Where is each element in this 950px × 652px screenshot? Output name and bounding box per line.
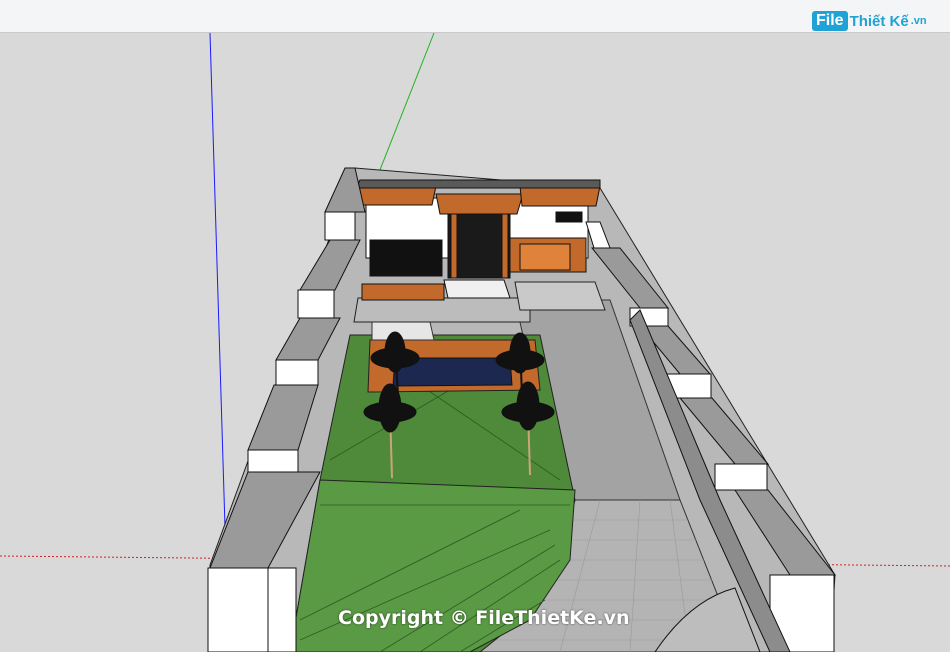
logo-text: Thiết Kế: [849, 12, 909, 30]
blue-axis: [209, 33, 227, 561]
logo-box: File: [812, 11, 848, 31]
filethietke-logo-icon: File Thiết Kế .vn: [812, 11, 927, 31]
sketchup-window: File Thiết Kế .vn Copyright © FileThietK…: [0, 0, 950, 652]
entry-stairs: [443, 279, 511, 299]
terrace: [353, 297, 531, 323]
3d-viewport[interactable]: Copyright © FileThietKe.vn: [0, 33, 950, 652]
pool-steps: [371, 321, 435, 341]
toolbar-strip: File Thiết Kế .vn: [0, 0, 950, 33]
model-scene[interactable]: [0, 33, 950, 652]
logo-suffix: .vn: [910, 15, 927, 27]
copyright-watermark: Copyright © FileThietKe.vn: [338, 607, 630, 629]
right-patio: [514, 281, 606, 311]
